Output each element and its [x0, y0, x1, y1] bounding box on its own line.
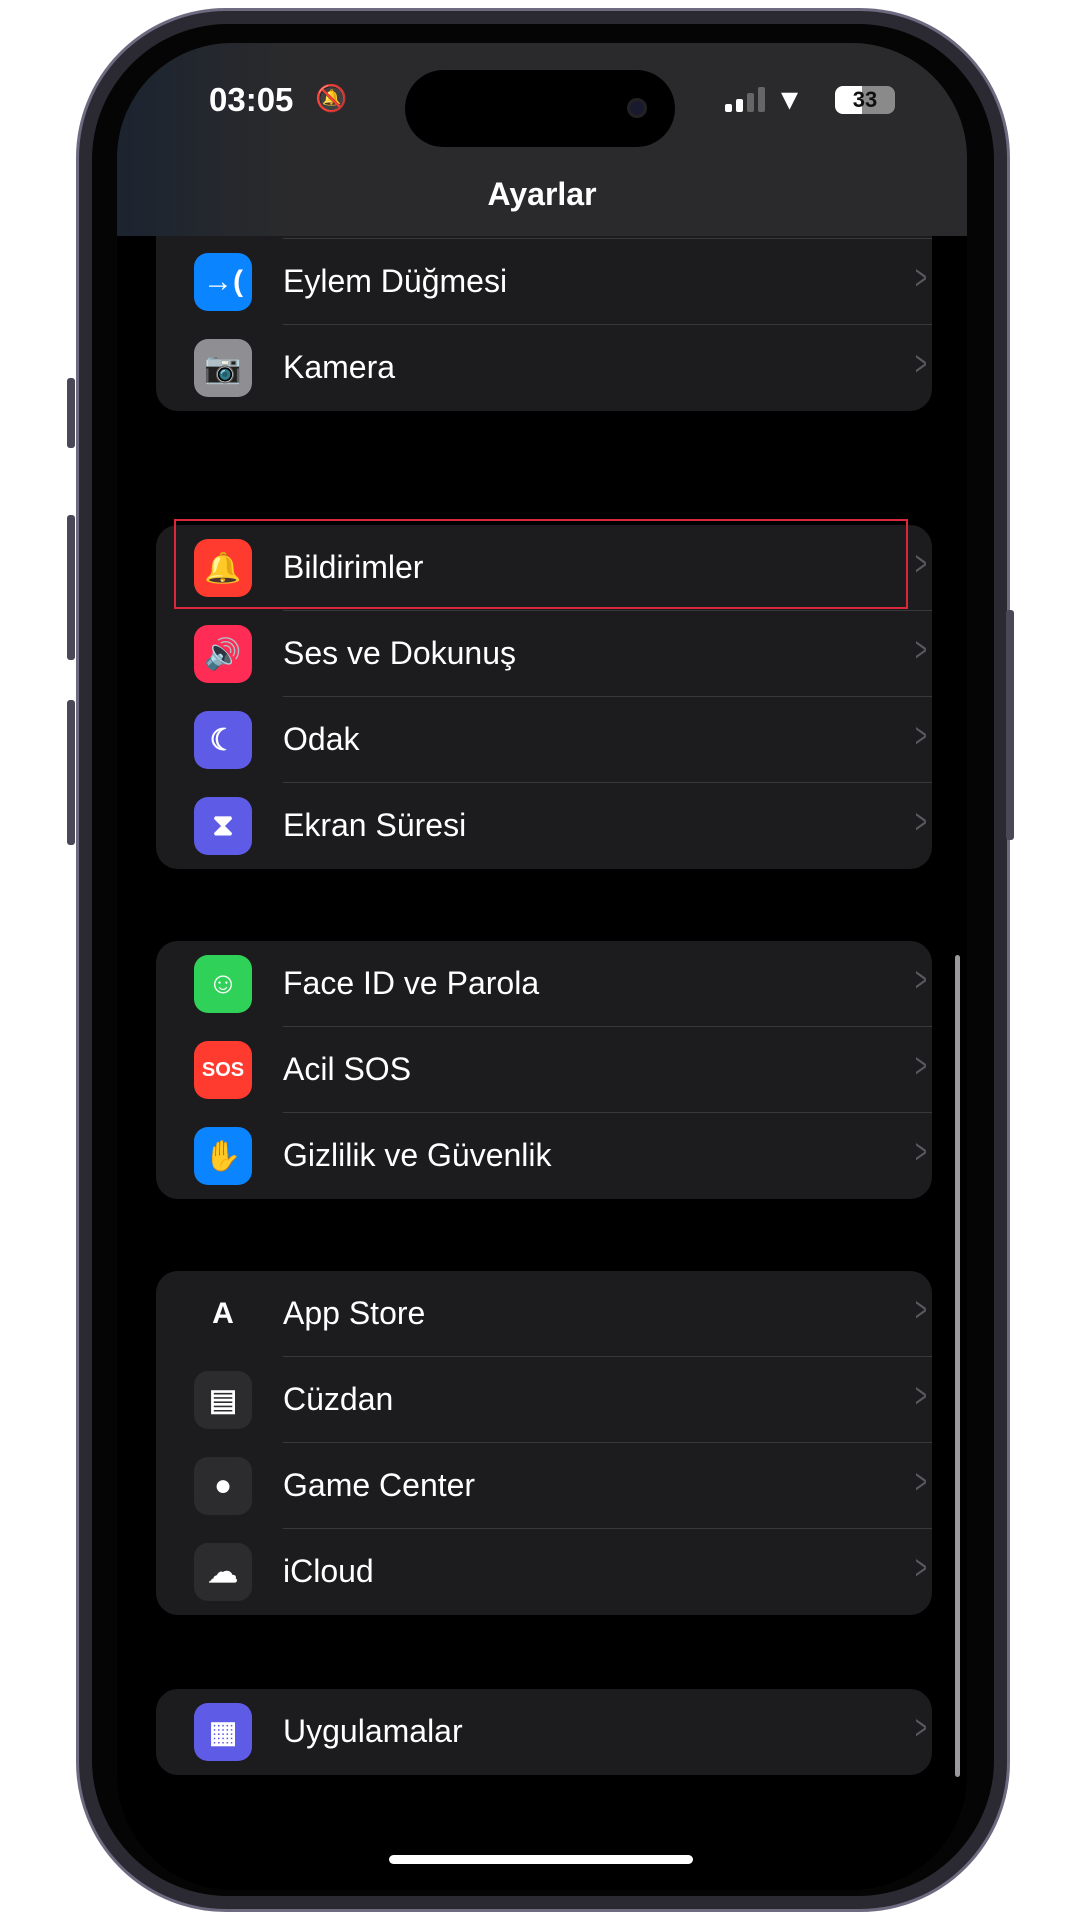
chevron-right-icon: > [914, 1709, 927, 1747]
settings-row-sos[interactable]: SOS Acil SOS > [156, 1027, 932, 1113]
dynamic-island [405, 70, 675, 147]
volume-down-button [67, 700, 75, 845]
row-label: Eylem Düğmesi [283, 263, 508, 299]
chevron-right-icon: > [914, 1047, 927, 1085]
apps-grid-icon: ▦ [194, 1703, 252, 1761]
row-label: iCloud [283, 1553, 374, 1589]
row-label: App Store [283, 1295, 426, 1331]
status-time: 03:05 [209, 81, 294, 118]
game-center-icon: ● [194, 1457, 252, 1515]
chevron-right-icon: > [914, 1133, 927, 1171]
row-label: Game Center [283, 1467, 476, 1503]
speaker-icon: 🔊 [194, 625, 252, 683]
row-label: Ses ve Dokunuş [283, 635, 517, 671]
row-label: Cüzdan [283, 1381, 394, 1417]
settings-row-game-center[interactable]: ● Game Center > [156, 1443, 932, 1529]
camera-icon: 📷 [194, 339, 252, 397]
hand-icon: ✋ [194, 1127, 252, 1185]
chevron-right-icon: > [914, 1377, 927, 1415]
chevron-right-icon: > [914, 545, 927, 583]
highlight-annotation-box [174, 519, 908, 609]
camera-lens [627, 98, 647, 118]
power-button [1006, 610, 1014, 840]
row-label: Face ID ve Parola [283, 965, 540, 1001]
settings-row-app-store[interactable]: A App Store > [156, 1271, 932, 1357]
row-label: Acil SOS [283, 1051, 412, 1087]
settings-row-apps-grid[interactable]: ▦ Uygulamalar > [156, 1689, 932, 1775]
wifi-icon: ▾ [781, 80, 799, 118]
row-label: Ekran Süresi [283, 807, 467, 843]
settings-row-action-button[interactable]: →( Eylem Düğmesi > [156, 239, 932, 325]
chevron-right-icon: > [914, 345, 927, 383]
screen: ☀ Ekran ve Parlaklık > →( Eylem Düğmesi … [117, 43, 967, 1890]
chevron-right-icon: > [914, 717, 927, 755]
home-indicator[interactable] [389, 1855, 693, 1864]
face-id-icon: ☺ [194, 955, 252, 1013]
row-label: Uygulamalar [283, 1713, 463, 1749]
battery-icon: 33 [835, 86, 895, 114]
settings-row-hourglass[interactable]: ⧗ Ekran Süresi > [156, 783, 932, 869]
icloud-icon: ☁ [194, 1543, 252, 1601]
volume-up-button [67, 515, 75, 660]
page-title: Ayarlar [487, 176, 597, 212]
cellular-signal-icon [725, 87, 765, 112]
row-label: Kamera [283, 349, 396, 385]
settings-row-hand[interactable]: ✋ Gizlilik ve Güvenlik > [156, 1113, 932, 1199]
chevron-right-icon: > [914, 803, 927, 841]
moon-icon: ☾ [194, 711, 252, 769]
chevron-right-icon: > [914, 259, 927, 297]
action-side-button [67, 378, 75, 448]
nav-header: 03:05 🔕 ▾ 33 Ayarlar [117, 43, 967, 236]
settings-group: A App Store > ▤ Cüzdan > ● Game Center >… [156, 1271, 932, 1615]
row-label: Gizlilik ve Güvenlik [283, 1137, 552, 1173]
app-store-icon: A [194, 1285, 252, 1343]
settings-row-camera[interactable]: 📷 Kamera > [156, 325, 932, 411]
action-button-icon: →( [194, 253, 252, 311]
chevron-right-icon: > [914, 961, 927, 999]
settings-group: ☺ Face ID ve Parola > SOS Acil SOS > ✋ G… [156, 941, 932, 1199]
scrollbar[interactable] [955, 955, 960, 1777]
settings-row-moon[interactable]: ☾ Odak > [156, 697, 932, 783]
chevron-right-icon: > [914, 631, 927, 669]
settings-row-face-id[interactable]: ☺ Face ID ve Parola > [156, 941, 932, 1027]
settings-group: ▦ Uygulamalar > [156, 1689, 932, 1775]
hourglass-icon: ⧗ [194, 797, 252, 855]
row-label: Odak [283, 721, 360, 757]
chevron-right-icon: > [914, 1291, 927, 1329]
settings-row-icloud[interactable]: ☁ iCloud > [156, 1529, 932, 1615]
settings-row-speaker[interactable]: 🔊 Ses ve Dokunuş > [156, 611, 932, 697]
bell-slash-icon: 🔕 [315, 83, 348, 113]
settings-row-wallet[interactable]: ▤ Cüzdan > [156, 1357, 932, 1443]
wallet-icon: ▤ [194, 1371, 252, 1429]
sos-icon: SOS [194, 1041, 252, 1099]
chevron-right-icon: > [914, 1463, 927, 1501]
chevron-right-icon: > [914, 1549, 927, 1587]
